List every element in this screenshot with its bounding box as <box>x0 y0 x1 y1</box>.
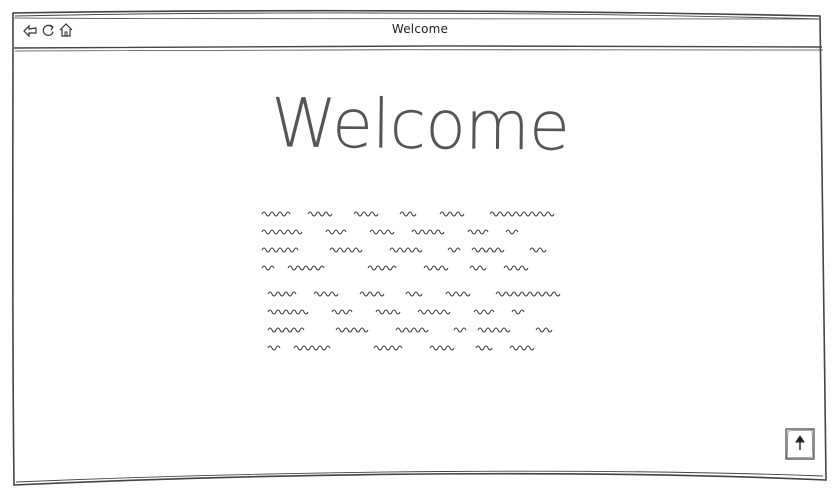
window-title: Welcome <box>391 22 449 36</box>
text-paragraph <box>267 291 561 351</box>
page-heading: Welcome <box>270 84 570 167</box>
scroll-to-top-button[interactable] <box>785 428 815 460</box>
arrow-up-icon <box>795 435 805 450</box>
browser-window: Welcome Welcome <box>0 0 840 488</box>
text-paragraph <box>261 211 555 271</box>
